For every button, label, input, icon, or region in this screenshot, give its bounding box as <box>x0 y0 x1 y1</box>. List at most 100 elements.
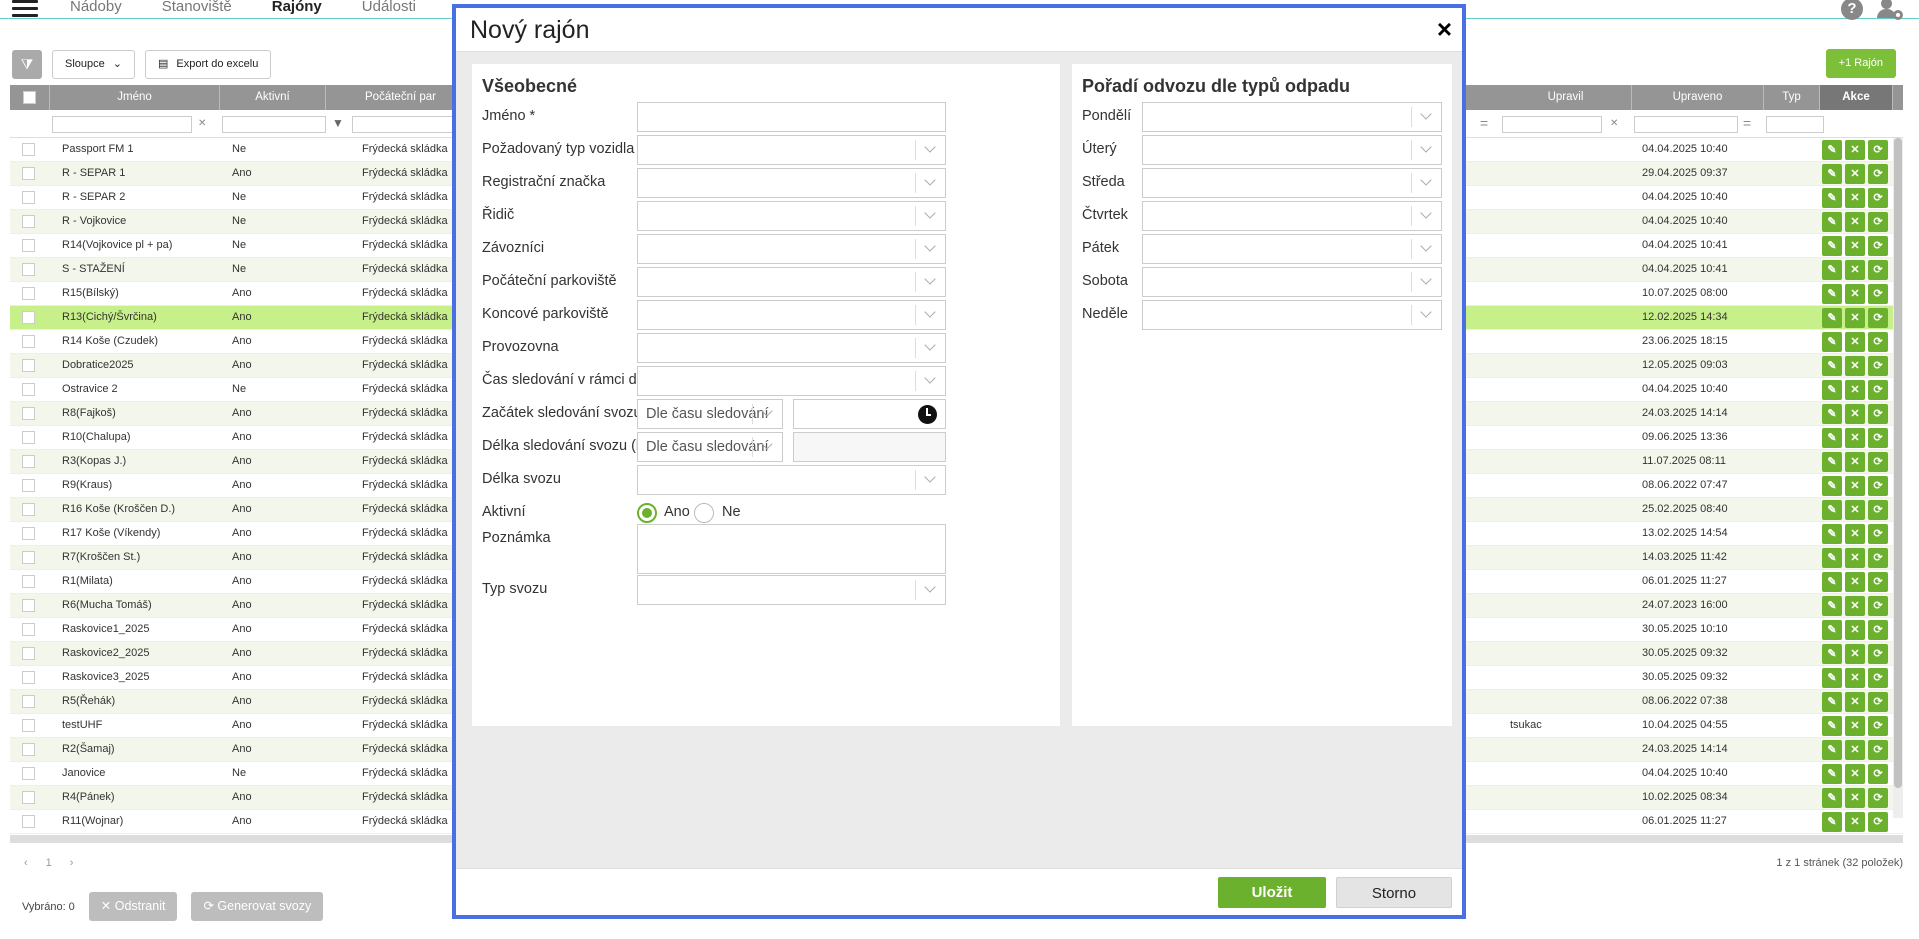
delete-icon[interactable]: ✕ <box>1845 620 1865 640</box>
refresh-icon[interactable]: ⟳ <box>1868 764 1888 784</box>
edit-icon[interactable]: ✎ <box>1822 812 1842 832</box>
chevron-down-icon[interactable] <box>1411 140 1441 160</box>
row-checkbox[interactable] <box>22 623 35 636</box>
delete-icon[interactable]: ✕ <box>1845 812 1865 832</box>
filter-equals-icon[interactable]: = <box>1743 115 1751 131</box>
day-waste-select[interactable] <box>1142 234 1442 264</box>
chevron-down-icon[interactable] <box>1411 272 1441 292</box>
chevron-down-icon[interactable] <box>915 173 945 193</box>
delete-icon[interactable]: ✕ <box>1845 188 1865 208</box>
delete-icon[interactable]: ✕ <box>1845 668 1865 688</box>
row-checkbox[interactable] <box>22 239 35 252</box>
refresh-icon[interactable]: ⟳ <box>1868 308 1888 328</box>
chevron-down-icon[interactable] <box>752 437 782 457</box>
edit-icon[interactable]: ✎ <box>1822 212 1842 232</box>
edit-icon[interactable]: ✎ <box>1822 716 1842 736</box>
edit-icon[interactable]: ✎ <box>1822 380 1842 400</box>
edit-icon[interactable]: ✎ <box>1822 452 1842 472</box>
edit-icon[interactable]: ✎ <box>1822 236 1842 256</box>
cancel-button[interactable]: Storno <box>1336 877 1452 908</box>
refresh-icon[interactable]: ⟳ <box>1868 548 1888 568</box>
row-checkbox[interactable] <box>22 599 35 612</box>
delete-icon[interactable]: ✕ <box>1845 740 1865 760</box>
field-select[interactable] <box>637 234 946 264</box>
refresh-icon[interactable]: ⟳ <box>1868 572 1888 592</box>
row-checkbox[interactable] <box>22 407 35 420</box>
delete-icon[interactable]: ✕ <box>1845 236 1865 256</box>
chevron-down-icon[interactable] <box>1411 107 1441 127</box>
filter-input-typ[interactable] <box>1766 116 1824 133</box>
length-mode-select[interactable]: Dle času sledování <box>637 432 783 462</box>
row-checkbox[interactable] <box>22 551 35 564</box>
edit-icon[interactable]: ✎ <box>1822 164 1842 184</box>
row-checkbox[interactable] <box>22 215 35 228</box>
nav-item-nadoby[interactable]: Nádoby <box>70 0 122 15</box>
edit-icon[interactable]: ✎ <box>1822 308 1842 328</box>
field-select[interactable] <box>637 267 946 297</box>
edit-icon[interactable]: ✎ <box>1822 548 1842 568</box>
vertical-scrollbar[interactable] <box>1893 138 1903 818</box>
delete-icon[interactable]: ✕ <box>1845 764 1865 784</box>
field-select[interactable] <box>637 135 946 165</box>
chevron-down-icon[interactable] <box>915 140 945 160</box>
edit-icon[interactable]: ✎ <box>1822 476 1842 496</box>
field-select[interactable] <box>637 333 946 363</box>
delete-icon[interactable]: ✕ <box>1845 548 1865 568</box>
refresh-icon[interactable]: ⟳ <box>1868 620 1888 640</box>
refresh-icon[interactable]: ⟳ <box>1868 380 1888 400</box>
row-checkbox[interactable] <box>22 791 35 804</box>
row-checkbox[interactable] <box>22 191 35 204</box>
chevron-down-icon[interactable] <box>1411 305 1441 325</box>
row-checkbox[interactable] <box>22 431 35 444</box>
generate-button[interactable]: ⟳ Generovat svozy <box>191 892 324 921</box>
save-button[interactable]: Uložit <box>1218 877 1326 908</box>
row-checkbox[interactable] <box>22 815 35 828</box>
filter-input-pocatecni[interactable] <box>352 116 462 133</box>
delete-button[interactable]: ✕ Odstranit <box>88 892 178 921</box>
prev-page-icon[interactable]: ‹ <box>24 857 28 869</box>
edit-icon[interactable]: ✎ <box>1822 260 1842 280</box>
refresh-icon[interactable]: ⟳ <box>1868 428 1888 448</box>
delete-icon[interactable]: ✕ <box>1845 332 1865 352</box>
edit-icon[interactable]: ✎ <box>1822 188 1842 208</box>
refresh-icon[interactable]: ⟳ <box>1868 716 1888 736</box>
delete-icon[interactable]: ✕ <box>1845 596 1865 616</box>
current-page[interactable]: 1 <box>46 857 52 869</box>
row-checkbox[interactable] <box>22 647 35 660</box>
refresh-icon[interactable]: ⟳ <box>1868 596 1888 616</box>
refresh-icon[interactable]: ⟳ <box>1868 788 1888 808</box>
edit-icon[interactable]: ✎ <box>1822 620 1842 640</box>
delete-icon[interactable]: ✕ <box>1845 788 1865 808</box>
chevron-down-icon[interactable] <box>915 470 945 490</box>
refresh-icon[interactable]: ⟳ <box>1868 500 1888 520</box>
column-header-aktivni[interactable]: Aktivní <box>220 85 326 110</box>
edit-icon[interactable]: ✎ <box>1822 404 1842 424</box>
nav-item-rajony[interactable]: Rajóny <box>272 0 322 15</box>
chevron-down-icon[interactable] <box>915 580 945 600</box>
refresh-icon[interactable]: ⟳ <box>1868 740 1888 760</box>
length-hours-input[interactable] <box>793 432 946 462</box>
delete-icon[interactable]: ✕ <box>1845 140 1865 160</box>
refresh-icon[interactable]: ⟳ <box>1868 212 1888 232</box>
next-page-icon[interactable]: › <box>70 857 74 869</box>
clear-filter-icon[interactable]: ⧩ <box>12 49 42 79</box>
delete-icon[interactable]: ✕ <box>1845 716 1865 736</box>
row-checkbox[interactable] <box>22 287 35 300</box>
refresh-icon[interactable]: ⟳ <box>1868 164 1888 184</box>
active-yes-radio[interactable] <box>637 503 657 523</box>
name-input[interactable] <box>637 102 946 132</box>
row-checkbox[interactable] <box>22 743 35 756</box>
delete-icon[interactable]: ✕ <box>1845 500 1865 520</box>
column-header-jmeno[interactable]: Jméno <box>50 85 220 110</box>
delete-icon[interactable]: ✕ <box>1845 404 1865 424</box>
edit-icon[interactable]: ✎ <box>1822 596 1842 616</box>
refresh-icon[interactable]: ⟳ <box>1868 260 1888 280</box>
help-icon[interactable]: ? <box>1841 0 1863 20</box>
filter-clear-icon[interactable]: ✕ <box>198 118 206 129</box>
refresh-icon[interactable]: ⟳ <box>1868 644 1888 664</box>
nav-item-stanoviste[interactable]: Stanoviště <box>162 0 232 15</box>
edit-icon[interactable]: ✎ <box>1822 668 1842 688</box>
row-checkbox[interactable] <box>22 143 35 156</box>
field-select[interactable] <box>637 575 946 605</box>
refresh-icon[interactable]: ⟳ <box>1868 692 1888 712</box>
